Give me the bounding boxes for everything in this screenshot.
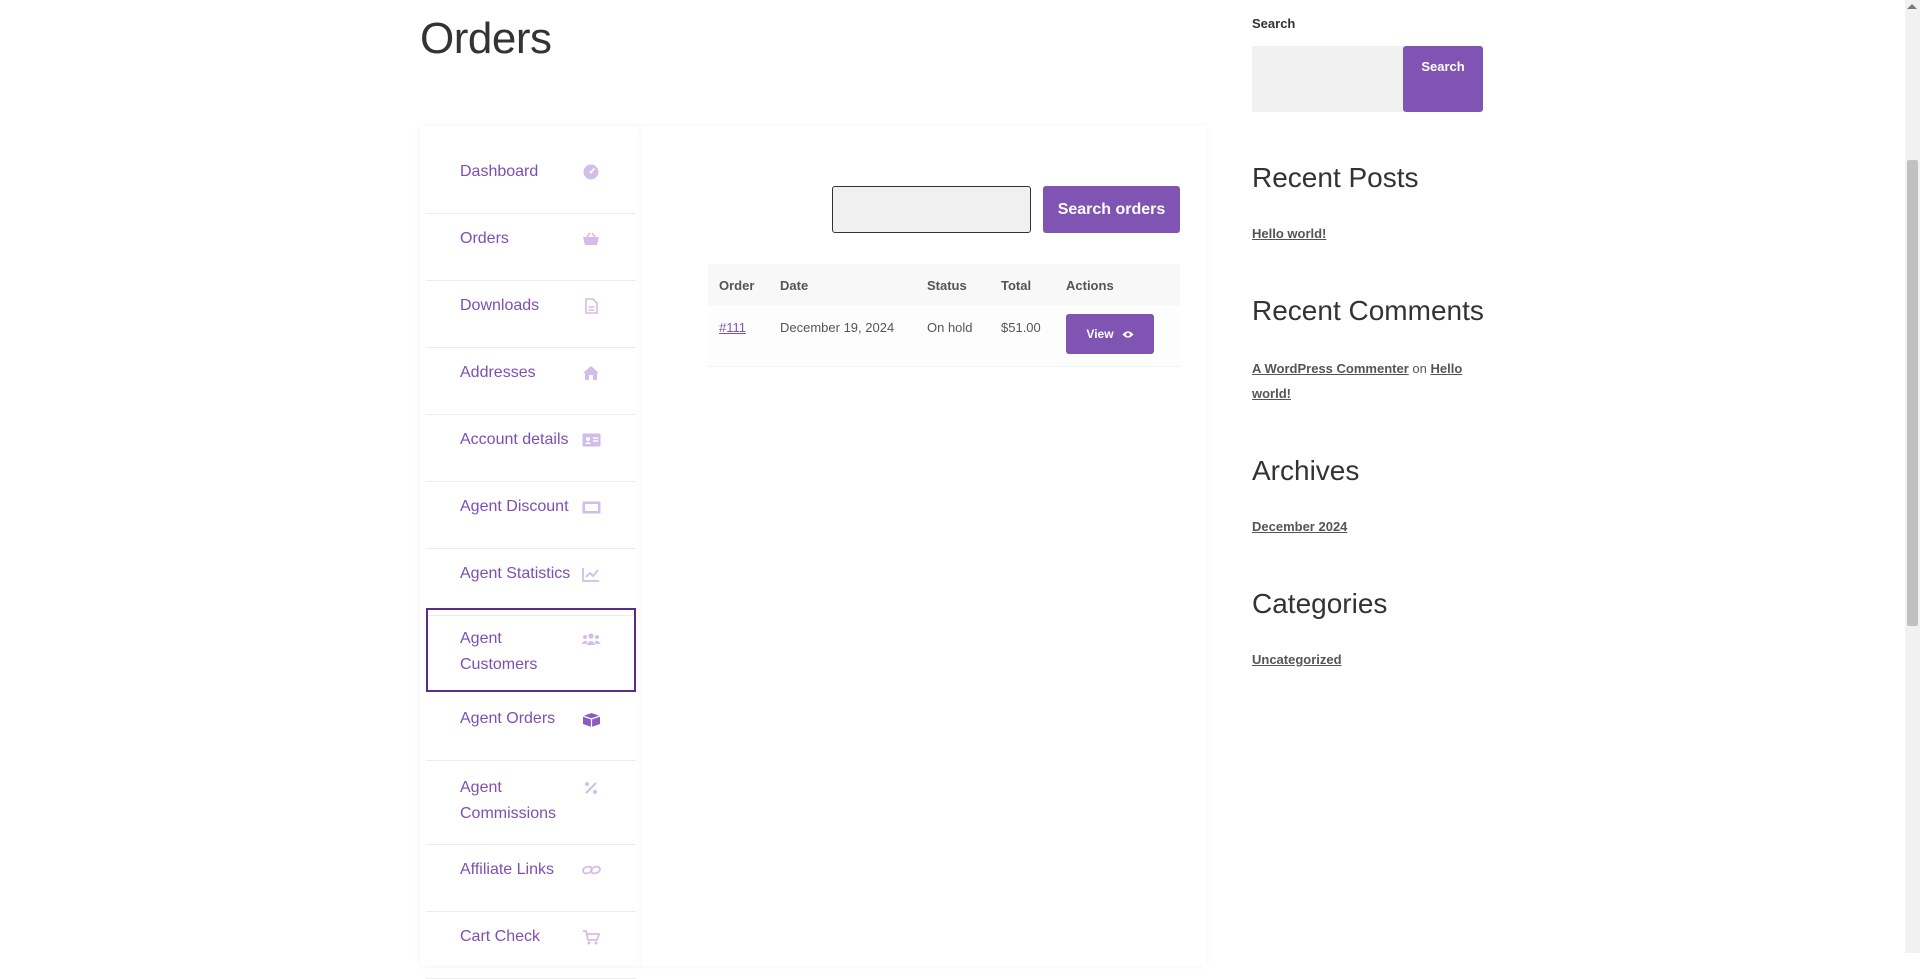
nav-item-label: Dashboard xyxy=(460,163,539,180)
account-navigation: Dashboard Orders Downloads Addresses Acc… xyxy=(420,126,642,979)
column-header-total: Total xyxy=(1001,277,1032,293)
order-status: On hold xyxy=(927,320,973,335)
nav-item-label: Agent Customers xyxy=(460,630,538,673)
percent-icon xyxy=(580,777,602,799)
nav-item-addresses[interactable]: Addresses xyxy=(426,348,636,415)
nav-item-downloads[interactable]: Downloads xyxy=(426,281,636,348)
categories-title: Categories xyxy=(1252,588,1388,619)
nav-item-label: Account details xyxy=(460,431,569,448)
archive-link[interactable]: December 2024 xyxy=(1252,519,1347,534)
nav-item-cart-check[interactable]: Cart Check xyxy=(426,912,636,979)
nav-item-label: Agent Discount xyxy=(460,498,569,515)
nav-item-label: Downloads xyxy=(460,297,540,314)
column-header-date: Date xyxy=(780,277,809,293)
comment-author-link[interactable]: A WordPress Commenter xyxy=(1252,361,1409,376)
category-link[interactable]: Uncategorized xyxy=(1252,652,1342,667)
box-icon xyxy=(580,708,602,730)
recent-post-link[interactable]: Hello world! xyxy=(1252,226,1326,241)
id-card-icon xyxy=(580,429,602,451)
nav-item-agent-customers[interactable]: Agent Customers xyxy=(426,608,636,692)
eye-icon xyxy=(1122,330,1134,339)
comment-on-text: on xyxy=(1412,361,1427,376)
order-number-link[interactable]: #111 xyxy=(719,320,746,335)
order-date: December 19, 2024 xyxy=(780,320,895,335)
nav-item-label: Cart Check xyxy=(460,928,541,945)
nav-item-label: Agent Orders xyxy=(460,710,556,727)
nav-item-orders[interactable]: Orders xyxy=(426,214,636,281)
users-icon xyxy=(580,628,602,650)
nav-item-label: Orders xyxy=(460,230,509,247)
column-header-status: Status xyxy=(927,277,967,293)
ticket-icon xyxy=(580,496,602,518)
basket-icon xyxy=(580,228,602,250)
view-button-label: View xyxy=(1086,327,1114,341)
nav-item-account-details[interactable]: Account details xyxy=(426,415,636,482)
line-chart-icon xyxy=(580,563,602,585)
recent-posts-title: Recent Posts xyxy=(1252,162,1419,193)
table-row: #111 December 19, 2024 On hold $51.00 Vi… xyxy=(708,306,1180,367)
scroll-up-arrow-icon[interactable] xyxy=(1907,4,1917,9)
cart-icon xyxy=(580,926,602,948)
recent-comments-title: Recent Comments xyxy=(1252,295,1484,326)
nav-item-agent-statistics[interactable]: Agent Statistics xyxy=(426,549,636,616)
orders-table: Order Date Status Total Actions #111 Dec… xyxy=(708,264,1180,367)
nav-item-label: Addresses xyxy=(460,364,536,381)
nav-item-agent-discount[interactable]: Agent Discount xyxy=(426,482,636,549)
table-header: Order Date Status Total Actions xyxy=(708,264,1180,306)
nav-item-agent-orders[interactable]: Agent Orders xyxy=(426,694,636,761)
search-orders-button[interactable]: Search orders xyxy=(1043,186,1180,233)
archives-title: Archives xyxy=(1252,455,1360,486)
sidebar-search-input[interactable] xyxy=(1252,46,1404,112)
nav-item-label: Agent Commissions xyxy=(460,779,557,822)
column-header-actions: Actions xyxy=(1066,277,1114,293)
nav-item-agent-commissions[interactable]: Agent Commissions xyxy=(426,761,636,845)
home-icon xyxy=(580,362,602,384)
orders-content xyxy=(642,126,1206,966)
column-header-order: Order xyxy=(719,277,755,293)
view-order-button[interactable]: View xyxy=(1066,314,1154,354)
order-total: $51.00 xyxy=(1001,320,1041,335)
gauge-icon xyxy=(580,161,602,183)
nav-item-dashboard[interactable]: Dashboard xyxy=(426,147,636,214)
recent-comment: A WordPress Commenter on Hello world! xyxy=(1252,356,1482,406)
link-icon xyxy=(580,859,602,881)
sidebar-search-button[interactable]: Search xyxy=(1403,46,1483,112)
page-title: Orders xyxy=(420,14,552,63)
file-icon xyxy=(580,295,602,317)
scrollbar-thumb[interactable] xyxy=(1907,160,1918,626)
search-orders-input[interactable] xyxy=(832,186,1031,233)
nav-item-affiliate-links[interactable]: Affiliate Links xyxy=(426,845,636,912)
nav-item-label: Agent Statistics xyxy=(460,565,571,582)
nav-item-label: Affiliate Links xyxy=(460,861,554,878)
sidebar-search-label: Search xyxy=(1252,16,1296,31)
